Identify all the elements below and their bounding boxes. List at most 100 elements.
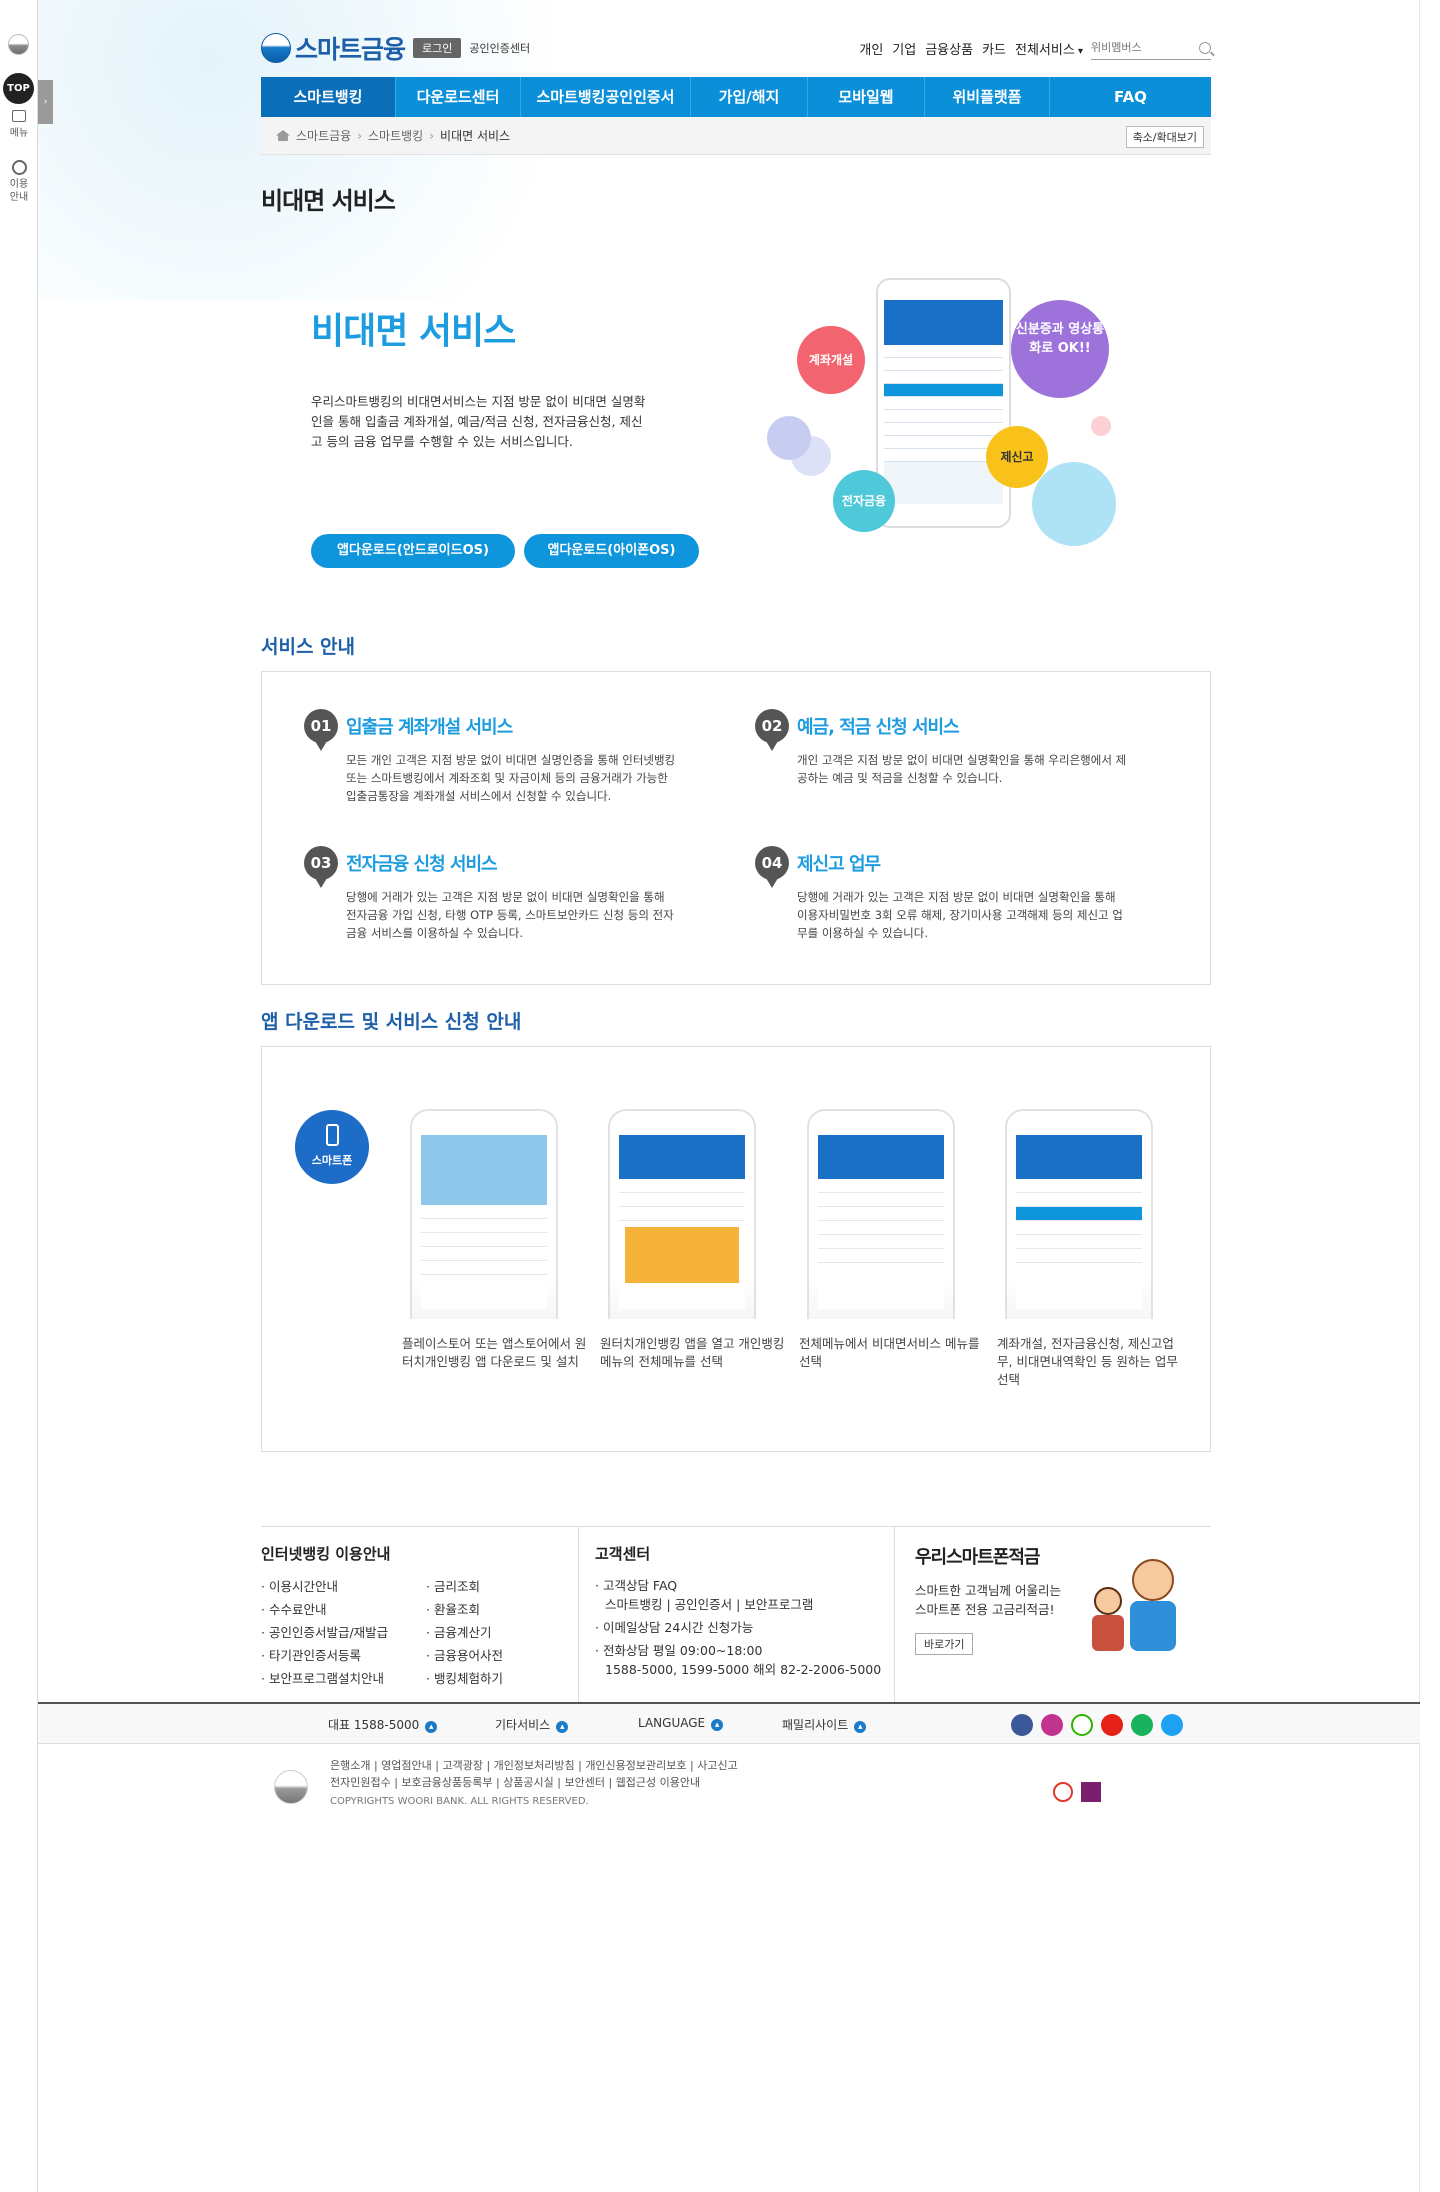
home-icon[interactable] <box>276 130 290 141</box>
footer-phone[interactable]: 대표 1588-5000 <box>328 1716 437 1733</box>
band-icon[interactable] <box>1071 1714 1093 1736</box>
service-number-badge: 02 <box>755 709 789 751</box>
app-step: 원터치개인뱅킹 앱을 열고 개인뱅킹 메뉴의 전체메뉴를 선택 <box>600 1109 784 1371</box>
step-description: 원터치개인뱅킹 앱을 열고 개인뱅킹 메뉴의 전체메뉴를 선택 <box>600 1336 785 1369</box>
step-phone-image <box>1005 1109 1153 1319</box>
promo-go-button[interactable]: 바로가기 <box>915 1633 974 1655</box>
service-description: 당행에 거래가 있는 고객은 지점 방문 없이 비대면 실명확인을 통해 전자금… <box>346 890 674 940</box>
step-description: 전체메뉴에서 비대면서비스 메뉴를 선택 <box>799 1336 980 1369</box>
main-nav: 스마트뱅킹 다운로드센터 스마트뱅킹공인인증서 가입/해지 모바일웹 위비플랫폼… <box>261 77 1211 117</box>
zoom-button[interactable]: 축소/확대보기 <box>1125 126 1204 148</box>
web-accessibility-mark-icon[interactable] <box>1081 1782 1101 1802</box>
ib-link[interactable]: 수수료안내 <box>261 1599 426 1618</box>
smartphone-badge: 스마트폰 <box>295 1110 369 1184</box>
util-card[interactable]: 카드 <box>982 39 1006 58</box>
page-edge <box>1419 0 1420 2192</box>
footer-language[interactable]: LANGUAGE <box>638 1716 723 1731</box>
bubble-report: 제신고 <box>986 426 1048 488</box>
twitter-icon[interactable] <box>1161 1714 1183 1736</box>
ib-link[interactable]: 보안프로그램설치안내 <box>261 1668 426 1687</box>
quick-menu-button[interactable]: 메뉴 <box>0 110 38 139</box>
facebook-icon[interactable] <box>1011 1714 1033 1736</box>
cs-email[interactable]: 이메일상담 24시간 신청가능 <box>595 1618 894 1637</box>
top-button[interactable]: TOP <box>3 73 34 104</box>
info-section: 인터넷뱅킹 이용안내 이용시간안내 금리조회 수수료안내 환율조회 공인인증서발… <box>261 1526 1211 1707</box>
instagram-icon[interactable] <box>1041 1714 1063 1736</box>
ib-link[interactable]: 타기관인증서등록 <box>261 1645 426 1664</box>
breadcrumb: 스마트금융 › 스마트뱅킹 › 비대면 서비스 축소/확대보기 <box>261 117 1211 155</box>
cs-list: 고객상담 FAQ 스마트뱅킹 | 공인인증서 | 보안프로그램 이메일상담 24… <box>595 1576 894 1679</box>
breadcrumb-item[interactable]: 스마트금융 <box>296 127 351 144</box>
ib-link[interactable]: 공인인증서발급/재발급 <box>261 1622 426 1641</box>
nav-wibee-platform[interactable]: 위비플랫폼 <box>925 77 1050 117</box>
service-description: 모든 개인 고객은 지점 방문 없이 비대면 실명인증을 통해 인터넷뱅킹 또는… <box>346 753 676 803</box>
search-icon[interactable] <box>1199 41 1211 54</box>
promo-description: 스마트한 고객님께 어울리는 스마트폰 전용 고금리적금! <box>915 1583 1061 1617</box>
util-personal[interactable]: 개인 <box>859 39 883 58</box>
breadcrumb-separator: › <box>429 128 435 143</box>
footer-bottom: 은행소개 | 영업점안내 | 고객광장 | 개인정보처리방침 | 개인신용정보관… <box>38 1744 1420 1807</box>
service-number-badge: 03 <box>304 846 338 888</box>
bubble-e-finance: 전자금융 <box>833 470 895 532</box>
footer-family-sites[interactable]: 패밀리사이트 <box>782 1716 866 1733</box>
quick-guide-button[interactable]: 이용안내 <box>0 160 38 204</box>
ib-link[interactable]: 금융용어사전 <box>426 1645 566 1664</box>
breadcrumb-current: 비대면 서비스 <box>440 129 511 143</box>
cert-center-link[interactable]: 공인인증센터 <box>469 40 530 56</box>
footer-other-services[interactable]: 기타서비스 <box>495 1716 568 1733</box>
step-description: 플레이스토어 또는 앱스토어에서 원터치개인뱅킹 앱 다운로드 및 설치 <box>402 1336 587 1369</box>
youtube-icon[interactable] <box>1101 1714 1123 1736</box>
ios-download-button[interactable]: 앱다운로드(아이폰OS) <box>524 534 699 568</box>
nav-faq[interactable]: FAQ <box>1050 77 1211 117</box>
util-products[interactable]: 금융상품 <box>925 39 973 58</box>
play-icon[interactable] <box>1131 1714 1153 1736</box>
service-title: 입출금 계좌개설 서비스 <box>346 717 513 738</box>
cs-phone: 전화상담 평일 09:00~18:00 <box>595 1641 894 1660</box>
search-input[interactable] <box>1091 41 1186 54</box>
nav-download-center[interactable]: 다운로드센터 <box>396 77 521 117</box>
login-button[interactable]: 로그인 <box>413 38 462 58</box>
bubble-account-open: 계좌개설 <box>797 326 865 394</box>
app-step: 플레이스토어 또는 앱스토어에서 원터치개인뱅킹 앱 다운로드 및 설치 <box>402 1109 586 1371</box>
ib-link[interactable]: 금융계산기 <box>426 1622 566 1641</box>
promo-banner: 우리스마트폰적금 스마트한 고객님께 어울리는 스마트폰 전용 고금리적금! 바… <box>895 1527 1211 1707</box>
internet-banking-guide: 인터넷뱅킹 이용안내 이용시간안내 금리조회 수수료안내 환율조회 공인인증서발… <box>261 1527 579 1707</box>
certification-mark-icon[interactable] <box>1053 1782 1073 1802</box>
woori-logo-icon <box>8 34 29 55</box>
step-phone-image <box>608 1109 756 1319</box>
quick-guide-label: 이용안내 <box>9 179 29 203</box>
util-corporate[interactable]: 기업 <box>892 39 916 58</box>
android-download-button[interactable]: 앱다운로드(안드로이드OS) <box>311 534 515 568</box>
header: 스마트금융 로그인 공인인증센터 개인 기업 금융상품 카드 전체서비스 <box>261 0 1211 77</box>
ib-link[interactable]: 뱅킹체험하기 <box>426 1668 566 1687</box>
logo-text: 스마트금융 <box>295 35 406 64</box>
cs-phone-numbers: 1588-5000, 1599-5000 해외 82-2-2006-5000 <box>605 1662 882 1677</box>
footer-links-line[interactable]: 전자민원접수 | 보호금융상품등록부 | 상품공시실 | 보안센터 | 웹접근성… <box>330 1774 850 1791</box>
logo[interactable]: 스마트금융 로그인 공인인증센터 <box>261 30 530 66</box>
quick-menu-label: 메뉴 <box>9 128 29 139</box>
cs-faq-link[interactable]: 고객상담 FAQ <box>595 1576 894 1595</box>
nav-smart-cert[interactable]: 스마트뱅킹공인인증서 <box>521 77 691 117</box>
nav-mobile-web[interactable]: 모바일웹 <box>808 77 925 117</box>
cs-faq-categories[interactable]: 스마트뱅킹 | 공인인증서 | 보안프로그램 <box>595 1595 894 1614</box>
breadcrumb-separator: › <box>357 128 363 143</box>
decor-circle <box>1032 462 1116 546</box>
sns-links <box>1011 1714 1191 1736</box>
footer-links-line[interactable]: 은행소개 | 영업점안내 | 고객광장 | 개인정보처리방침 | 개인신용정보관… <box>330 1757 850 1774</box>
hero-description: 우리스마트뱅킹의 비대면서비스는 지점 방문 없이 비대면 실명확인을 통해 입… <box>311 394 646 449</box>
app-step: 계좌개설, 전자금융신청, 제신고업무, 비대면내역확인 등 원하는 업무 선택 <box>997 1109 1178 1389</box>
mascot-image <box>1080 1549 1190 1674</box>
quickbar-toggle[interactable]: › <box>38 80 53 124</box>
content-wrap: 스마트금융 로그인 공인인증센터 개인 기업 금융상품 카드 전체서비스 스마트… <box>261 0 1211 1707</box>
nav-smart-banking[interactable]: 스마트뱅킹 <box>261 77 396 117</box>
breadcrumb-item[interactable]: 스마트뱅킹 <box>368 127 423 144</box>
service-title: 제신고 업무 <box>797 854 881 875</box>
util-all-services[interactable]: 전체서비스 <box>1015 39 1083 58</box>
ib-link[interactable]: 이용시간안내 <box>261 1576 426 1595</box>
ib-link[interactable]: 환율조회 <box>426 1599 566 1618</box>
ib-link[interactable]: 금리조회 <box>426 1576 566 1595</box>
page-title: 비대면 서비스 <box>261 187 396 215</box>
step-phone-image <box>807 1109 955 1319</box>
service-box: 01 입출금 계좌개설 서비스 모든 개인 고객은 지점 방문 없이 비대면 실… <box>261 671 1211 985</box>
nav-join-cancel[interactable]: 가입/해지 <box>691 77 808 117</box>
